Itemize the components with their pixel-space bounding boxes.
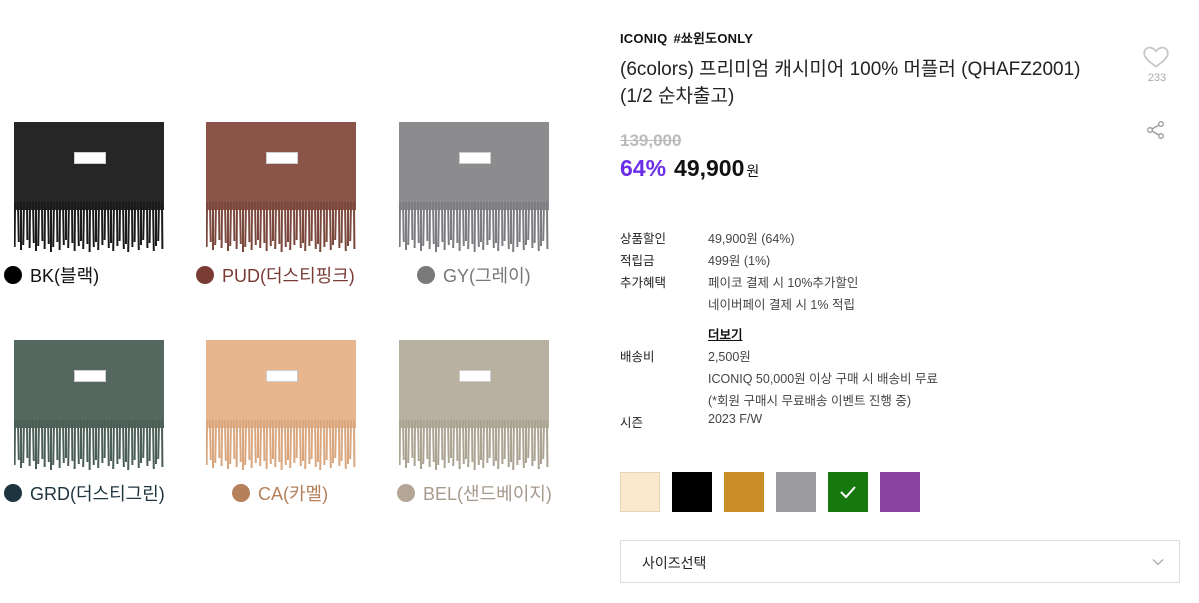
brand-line: ICONIQ #쑈윈도ONLY — [620, 28, 753, 47]
detail-value: 49,900원 (64%) — [708, 232, 795, 246]
scarf-fringe — [399, 420, 549, 471]
scarf-label-tag — [266, 152, 298, 164]
product-title-line: (1/2 순차출고) — [620, 86, 735, 107]
size-select-label: 사이즈선택 — [642, 555, 707, 571]
scarf-body — [399, 122, 549, 206]
scarf-label-tag — [459, 370, 491, 382]
color-swatch-pud: PUD(더스티핑크) — [196, 122, 366, 286]
scarf-label-tag — [74, 370, 106, 382]
detail-label: 적립금 — [620, 254, 655, 268]
check-icon — [840, 486, 856, 499]
detail-label: 추가혜택 — [620, 276, 667, 290]
color-dot — [397, 484, 415, 502]
sale-price: 49,900 — [674, 155, 745, 181]
detail-value: 네이버페이 결제 시 1% 적립 — [708, 298, 855, 312]
detail-label: 배송비 — [620, 350, 655, 364]
detail-value: 499원 (1%) — [708, 254, 771, 268]
chevron-down-icon — [1152, 559, 1164, 566]
price-line: 64% 49,900 원 — [620, 155, 759, 182]
color-dot — [4, 484, 22, 502]
color-code-label: CA(카멜) — [258, 484, 329, 504]
scarf-image — [399, 340, 549, 472]
color-dot — [196, 266, 214, 284]
size-select-dropdown[interactable]: 사이즈선택 — [620, 540, 1180, 583]
detail-label: 시즌 — [620, 416, 644, 430]
color-option[interactable] — [724, 472, 764, 512]
scarf-body — [14, 340, 164, 424]
scarf-fringe — [14, 202, 164, 253]
product-image-gallery: BK(블랙) PUD(더스티핑크) GY(그레이) GRD(더스티그린) CA(… — [0, 0, 580, 603]
currency-unit: 원 — [746, 163, 760, 179]
detail-value: 페이코 결제 시 10%추가할인 — [708, 276, 859, 290]
color-dot — [4, 266, 22, 284]
color-code-label: PUD(더스티핑크) — [222, 266, 355, 286]
color-swatch-bk: BK(블랙) — [4, 122, 174, 286]
color-swatch-ca: CA(카멜) — [196, 340, 366, 504]
color-code-label: GRD(더스티그린) — [30, 484, 165, 504]
color-option[interactable] — [880, 472, 920, 512]
scarf-fringe — [14, 420, 164, 471]
color-dot — [417, 266, 435, 284]
like-count: 233 — [1147, 72, 1167, 84]
scarf-label-tag — [74, 152, 106, 164]
scarf-image — [399, 122, 549, 254]
scarf-image — [14, 340, 164, 472]
detail-value: 2023 F/W — [708, 412, 763, 426]
color-option[interactable] — [776, 472, 816, 512]
scarf-body — [206, 122, 356, 206]
color-swatch-bel: BEL(샌드베이지) — [389, 340, 559, 504]
detail-label: 상품할인 — [620, 232, 667, 246]
scarf-body — [399, 340, 549, 424]
heart-icon[interactable] — [1142, 42, 1170, 70]
promo-tag[interactable]: #쑈윈도ONLY — [673, 31, 753, 46]
discount-rate: 64% — [620, 155, 667, 181]
detail-value: 2,500원 — [708, 350, 751, 364]
scarf-image — [14, 122, 164, 254]
scarf-body — [206, 340, 356, 424]
color-option[interactable] — [672, 472, 712, 512]
scarf-fringe — [206, 420, 356, 471]
scarf-label-tag — [266, 370, 298, 382]
product-info-panel: ICONIQ #쑈윈도ONLY (6colors) 프리미엄 캐시미어 100% … — [620, 0, 1199, 603]
original-price: 139,000 — [620, 131, 682, 150]
color-code-label: BK(블랙) — [30, 266, 100, 286]
scarf-image — [206, 340, 356, 472]
scarf-fringe — [399, 202, 549, 253]
scarf-image — [206, 122, 356, 254]
brand-name[interactable]: ICONIQ — [620, 31, 667, 46]
color-dot — [232, 484, 250, 502]
scarf-body — [14, 122, 164, 206]
color-swatch-gy: GY(그레이) — [389, 122, 559, 286]
product-title-line: (6colors) 프리미엄 캐시미어 100% 머플러 (QHAFZ2001) — [620, 59, 1081, 80]
color-swatch-grd: GRD(더스티그린) — [4, 340, 174, 504]
product-title: (6colors) 프리미엄 캐시미어 100% 머플러 (QHAFZ2001)… — [620, 56, 1120, 110]
scarf-fringe — [206, 202, 356, 253]
color-option[interactable] — [620, 472, 660, 512]
share-icon[interactable] — [1146, 120, 1166, 140]
color-code-label: GY(그레이) — [443, 266, 531, 286]
color-options — [620, 472, 920, 512]
detail-value: (*회원 구매시 무료배송 이벤트 진행 중) — [708, 394, 912, 408]
color-option[interactable] — [828, 472, 868, 512]
color-code-label: BEL(샌드베이지) — [423, 484, 552, 504]
detail-value: ICONIQ 50,000원 이상 구매 시 배송비 무료 — [708, 372, 939, 386]
scarf-label-tag — [459, 152, 491, 164]
more-link[interactable]: 더보기 — [708, 324, 743, 343]
